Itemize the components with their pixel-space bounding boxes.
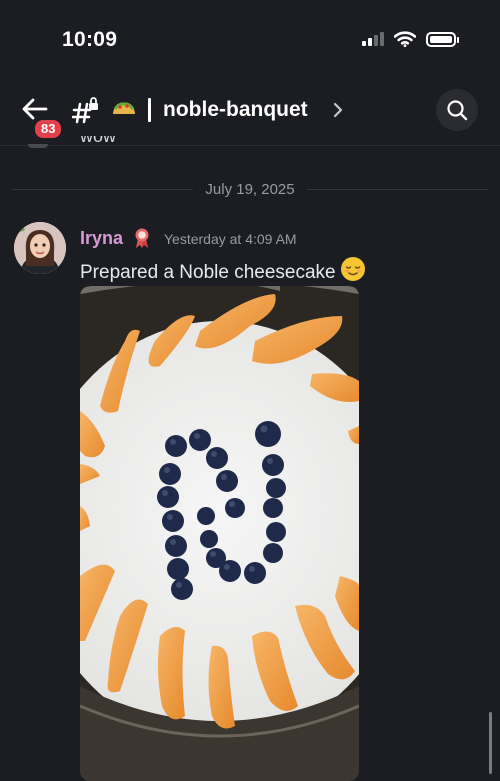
battery-icon — [426, 31, 459, 47]
message-author[interactable]: Iryna — [80, 228, 123, 249]
channel-header: 83 noble-banquet — [0, 84, 500, 146]
status-time: 10:09 — [62, 28, 118, 51]
cheesecake-photo[interactable] — [80, 286, 359, 781]
scrollbar-thumb[interactable] — [489, 712, 492, 774]
message-text: Prepared a Noble cheesecake — [80, 256, 366, 284]
previous-avatar — [28, 144, 48, 148]
date-separator-label: July 19, 2025 — [205, 180, 295, 198]
status-icons — [362, 31, 459, 47]
message-body: Prepared a Noble cheesecake — [80, 262, 336, 283]
date-separator: July 19, 2025 — [12, 178, 489, 200]
status-bar: 10:09 — [0, 0, 500, 80]
unread-badge: 83 — [33, 118, 64, 140]
header-divider — [148, 98, 151, 122]
avatar[interactable] — [14, 222, 66, 274]
channel-name[interactable]: noble-banquet — [163, 98, 308, 122]
message-timestamp: Yesterday at 4:09 AM — [164, 231, 297, 247]
search-button[interactable] — [436, 89, 478, 131]
hash-lock-icon — [71, 96, 102, 126]
previous-message-text: wow — [80, 136, 117, 146]
search-icon — [447, 100, 468, 121]
ribbon-icon — [135, 228, 149, 248]
relieved-face-emoji — [340, 257, 365, 281]
signal-icon — [362, 32, 384, 46]
chevron-right-icon[interactable] — [332, 100, 344, 120]
wifi-icon — [394, 31, 416, 47]
taco-icon — [110, 94, 138, 124]
